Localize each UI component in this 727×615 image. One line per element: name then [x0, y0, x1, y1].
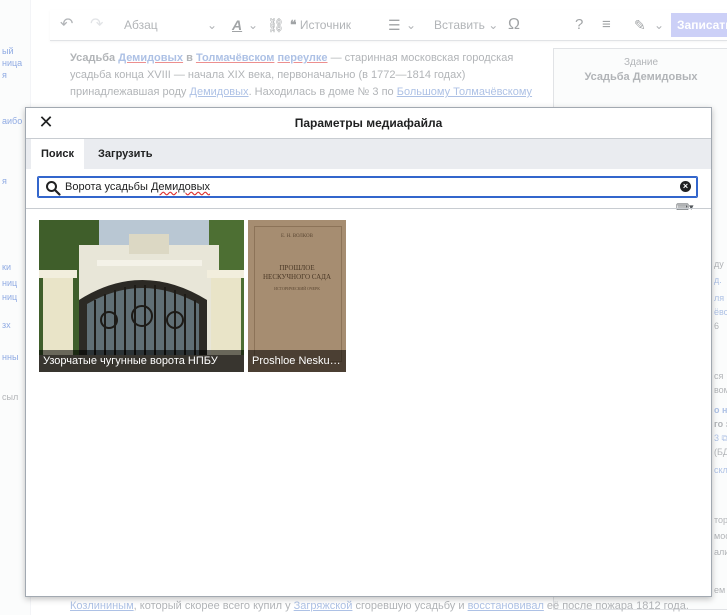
- search-result-image[interactable]: Е. Н. ВОЛКОВ ПРОШЛОЕ НЕСКУЧНОГО САДА ИСТ…: [248, 220, 346, 372]
- search-value-text: Ворота усадьбы: [65, 181, 151, 193]
- book-subtitle: ИСТОРИЧЕСКИЙ ОЧЕРК: [274, 286, 320, 291]
- result-caption: Узорчатые чугунные ворота НПБУ: [39, 350, 244, 372]
- divider: [26, 208, 711, 209]
- close-icon[interactable]: ✕: [36, 112, 56, 132]
- dialog-header: Параметры медиафайла ✕: [26, 108, 711, 139]
- book-author: Е. Н. ВОЛКОВ: [281, 234, 313, 239]
- book-title-line: ПРОШЛОЕ: [279, 264, 315, 272]
- tab-search[interactable]: Поиск: [31, 139, 85, 169]
- book-title-line: НЕСКУЧНОГО САДА: [262, 273, 332, 281]
- keyboard-icon[interactable]: ⌨▾: [676, 202, 696, 212]
- tab-upload[interactable]: Загрузить: [88, 139, 163, 169]
- search-icon: [46, 181, 61, 196]
- search-value: Ворота усадьбы Демидовых: [65, 177, 210, 197]
- book-title: ПРОШЛОЕ НЕСКУЧНОГО САДА: [248, 264, 346, 282]
- media-settings-dialog: Параметры медиафайла ✕ Поиск Загрузить В…: [25, 107, 712, 597]
- book-cover-frame: [254, 226, 342, 362]
- clear-search-icon[interactable]: ×: [680, 181, 691, 192]
- search-value-misspelled: Демидовых: [150, 181, 211, 193]
- dialog-tabs: Поиск Загрузить: [26, 139, 711, 169]
- dialog-title: Параметры медиафайла: [294, 116, 443, 130]
- search-result-image[interactable]: Узорчатые чугунные ворота НПБУ: [39, 220, 244, 372]
- media-search-input[interactable]: Ворота усадьбы Демидовых ×: [37, 176, 698, 198]
- result-caption: Proshloe Nesku…: [248, 350, 346, 372]
